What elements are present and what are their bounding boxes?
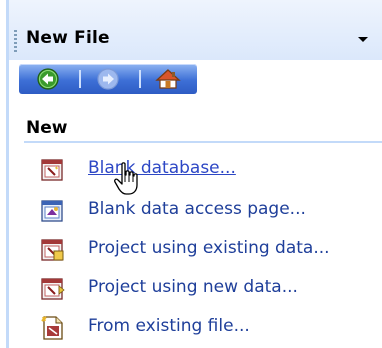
list-item-blank-data-access-page[interactable]: Blank data access page... [40,196,382,226]
navigation-button-group [19,64,197,94]
item-label: From existing file... [88,316,250,336]
home-button[interactable] [143,64,193,94]
list-item-project-existing-data[interactable]: Project using existing data... [40,235,382,265]
project-existing-data-icon [40,237,66,263]
item-label: Project using new data... [88,277,298,297]
project-new-data-icon [40,276,66,302]
section-heading-new: New [26,118,68,138]
item-label: Project using existing data... [88,238,330,258]
back-arrow-icon [37,68,59,90]
navigation-bar [9,60,382,98]
pane-title: New File [26,28,110,48]
existing-file-icon [40,315,66,341]
chevron-down-icon[interactable] [354,30,372,48]
list-item-blank-database[interactable]: Blank database... [40,155,382,185]
nav-separator [79,70,81,88]
list-item-from-existing-file[interactable]: From existing file... [40,313,382,343]
nav-separator [139,70,141,88]
back-button[interactable] [23,64,73,94]
hand-cursor-icon [114,162,140,198]
forward-button[interactable] [83,64,133,94]
task-pane: New File New Blank database... Blank dat… [0,0,382,348]
item-label: Blank data access page... [88,199,306,219]
section-divider [24,141,382,143]
grip-handle[interactable] [14,30,17,52]
blank-database-icon [40,157,66,183]
data-access-page-icon [40,198,66,224]
item-label: Blank database... [88,158,236,178]
home-icon [155,69,181,89]
list-item-project-new-data[interactable]: Project using new data... [40,274,382,304]
forward-arrow-icon [97,68,119,90]
